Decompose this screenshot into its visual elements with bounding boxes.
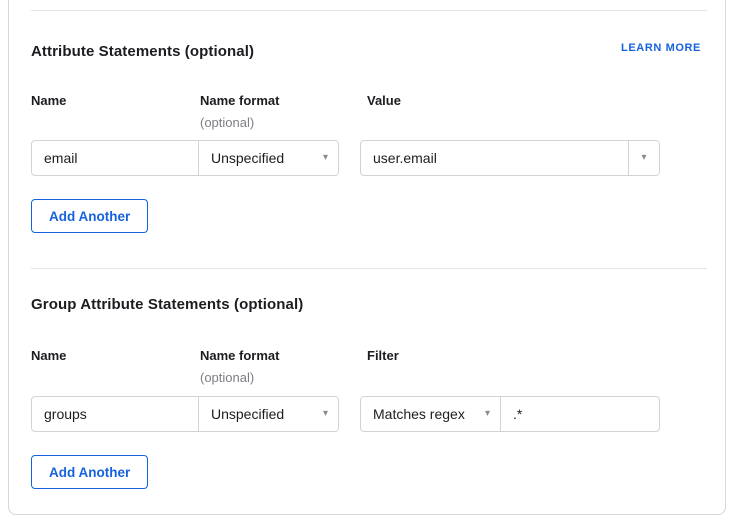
group-column-label-filter: Filter bbox=[367, 348, 399, 363]
group-filter-value-input[interactable] bbox=[501, 397, 659, 431]
attribute-name-format-select[interactable]: Unspecified ▾ bbox=[199, 141, 338, 175]
attribute-value-dropdown-toggle[interactable]: ▾ bbox=[629, 141, 659, 175]
chevron-down-icon: ▾ bbox=[323, 409, 328, 419]
add-another-attribute-button[interactable]: Add Another bbox=[31, 199, 148, 233]
attribute-statements-heading: Attribute Statements (optional) bbox=[31, 43, 254, 60]
attribute-value-input[interactable] bbox=[361, 141, 628, 175]
column-label-value: Value bbox=[367, 93, 401, 108]
group-name-format-optional-note: (optional) bbox=[200, 370, 254, 385]
group-attribute-statements-heading: Group Attribute Statements (optional) bbox=[31, 296, 303, 313]
column-label-name-format: Name format bbox=[200, 93, 279, 108]
section-divider-top bbox=[31, 10, 707, 11]
chevron-down-icon: ▾ bbox=[641, 153, 646, 163]
add-another-group-attribute-button[interactable]: Add Another bbox=[31, 455, 148, 489]
attribute-name-input[interactable] bbox=[32, 141, 198, 175]
settings-panel: Attribute Statements (optional) LEARN MO… bbox=[0, 0, 737, 530]
group-column-label-name: Name bbox=[31, 348, 66, 363]
group-filter-group: Matches regex ▾ bbox=[360, 396, 660, 432]
group-name-and-format-group: Unspecified ▾ bbox=[31, 396, 339, 432]
name-format-optional-note: (optional) bbox=[200, 115, 254, 130]
group-name-input[interactable] bbox=[32, 397, 198, 431]
attribute-value-group: ▾ bbox=[360, 140, 660, 176]
chevron-down-icon: ▾ bbox=[323, 153, 328, 163]
section-divider-middle bbox=[31, 268, 707, 269]
group-column-label-name-format: Name format bbox=[200, 348, 279, 363]
learn-more-link[interactable]: LEARN MORE bbox=[621, 42, 701, 54]
column-label-name: Name bbox=[31, 93, 66, 108]
group-name-format-select[interactable]: Unspecified ▾ bbox=[199, 397, 338, 431]
attribute-name-format-selected-value: Unspecified bbox=[211, 150, 284, 166]
group-filter-selected-value: Matches regex bbox=[373, 406, 465, 422]
group-name-format-selected-value: Unspecified bbox=[211, 406, 284, 422]
chevron-down-icon: ▾ bbox=[485, 409, 490, 419]
saml-settings-card bbox=[8, 0, 726, 515]
attribute-name-and-format-group: Unspecified ▾ bbox=[31, 140, 339, 176]
group-filter-type-select[interactable]: Matches regex ▾ bbox=[361, 397, 500, 431]
